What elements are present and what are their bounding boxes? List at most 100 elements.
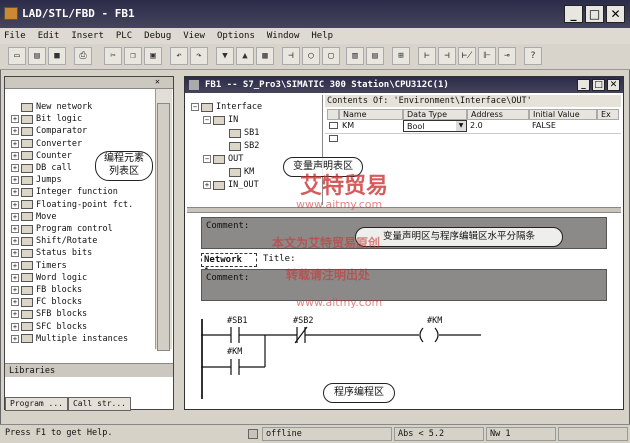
element-list-item[interactable]: + SFC blocks bbox=[11, 321, 87, 333]
expand-icon[interactable]: + bbox=[11, 164, 19, 172]
monitor-icon[interactable]: ▦ bbox=[256, 47, 274, 65]
expand-icon[interactable]: + bbox=[11, 127, 19, 136]
menu-plc[interactable]: PLC bbox=[116, 31, 132, 41]
element-list-item[interactable]: + FC blocks bbox=[11, 296, 82, 308]
details-icon[interactable]: ▤ bbox=[366, 47, 384, 65]
expand-icon[interactable]: + bbox=[11, 139, 19, 148]
expand-icon[interactable]: + bbox=[11, 212, 19, 221]
cell-name[interactable]: KM bbox=[339, 120, 403, 132]
expand-icon[interactable]: + bbox=[11, 273, 19, 282]
network-icon[interactable]: ⊞ bbox=[392, 47, 410, 65]
element-list-item[interactable]: + SFB blocks bbox=[11, 308, 87, 320]
element-list-item[interactable]: + FB blocks bbox=[11, 284, 82, 296]
expand-icon[interactable]: + bbox=[11, 298, 19, 307]
interface-tree-item[interactable]: KM bbox=[219, 166, 254, 178]
element-list-item[interactable]: + Word logic bbox=[11, 272, 87, 284]
menu-window[interactable]: Window bbox=[267, 31, 300, 41]
cut-icon[interactable]: ✂ bbox=[104, 47, 122, 65]
menu-file[interactable]: File bbox=[4, 31, 26, 41]
menu-help[interactable]: Help bbox=[311, 31, 333, 41]
close-button[interactable]: ✕ bbox=[606, 5, 625, 23]
element-list-item[interactable]: + Converter bbox=[11, 138, 82, 150]
col-data-type[interactable]: Data Type bbox=[403, 109, 467, 120]
expand-icon[interactable]: + bbox=[11, 322, 19, 331]
menu-view[interactable]: View bbox=[183, 31, 205, 41]
network-label[interactable]: Network 1: bbox=[201, 253, 257, 277]
expand-icon[interactable]: + bbox=[203, 181, 211, 189]
horizontal-splitter[interactable] bbox=[187, 207, 621, 213]
chevron-down-icon[interactable]: ▼ bbox=[456, 121, 466, 131]
expand-icon[interactable]: + bbox=[11, 200, 19, 209]
menu-options[interactable]: Options bbox=[217, 31, 255, 41]
element-list-item[interactable]: + Jumps bbox=[11, 174, 62, 186]
box-icon[interactable]: ▢ bbox=[322, 47, 340, 65]
no-contact-icon[interactable]: ⊩ bbox=[478, 47, 496, 65]
element-list-item[interactable]: + Integer function bbox=[11, 186, 118, 198]
expand-icon[interactable]: + bbox=[11, 225, 19, 233]
col-address[interactable]: Address bbox=[467, 109, 529, 120]
paste-icon[interactable]: ▣ bbox=[144, 47, 162, 65]
element-list-item[interactable]: + Multiple instances bbox=[11, 333, 128, 345]
expand-icon[interactable]: + bbox=[11, 176, 19, 185]
contact-icon[interactable]: ⊣ bbox=[282, 47, 300, 65]
expand-icon[interactable]: − bbox=[191, 103, 199, 111]
element-list-item[interactable]: + Shift/Rotate bbox=[11, 235, 97, 247]
output-coil-icon[interactable]: ⊸ bbox=[498, 47, 516, 65]
expand-icon[interactable]: + bbox=[11, 334, 19, 343]
element-list-item[interactable]: New network bbox=[11, 101, 92, 113]
branch-close-icon[interactable]: ⊣ bbox=[438, 47, 456, 65]
network-title[interactable]: Title: bbox=[263, 253, 296, 267]
whats-this-icon[interactable]: ? bbox=[524, 47, 542, 65]
print-icon[interactable]: ⎙ bbox=[74, 47, 92, 65]
col-name[interactable]: Name bbox=[339, 109, 403, 120]
expand-icon[interactable]: − bbox=[203, 116, 211, 124]
interface-tree-item[interactable]: − Interface bbox=[191, 101, 262, 113]
element-list-item[interactable]: + DB call bbox=[11, 162, 72, 174]
scrollbar-thumb[interactable] bbox=[157, 103, 170, 351]
maximize-button[interactable]: □ bbox=[585, 5, 604, 23]
undo-icon[interactable]: ↶ bbox=[170, 47, 188, 65]
interface-tree-item[interactable]: − OUT bbox=[203, 153, 243, 165]
interface-tree-item[interactable]: − IN bbox=[203, 114, 238, 126]
libraries-bar[interactable]: Libraries bbox=[5, 363, 173, 377]
upload-icon[interactable]: ▲ bbox=[236, 47, 254, 65]
element-list-item[interactable]: + Bit logic bbox=[11, 113, 82, 125]
expand-icon[interactable]: + bbox=[11, 249, 19, 258]
interface-tree-item[interactable]: + IN_OUT bbox=[203, 179, 259, 191]
overview-icon[interactable]: ▥ bbox=[346, 47, 364, 65]
interface-tree-item[interactable]: SB1 bbox=[219, 127, 259, 139]
cell-data-type[interactable]: Bool ▼ bbox=[403, 120, 467, 132]
menu-edit[interactable]: Edit bbox=[38, 31, 60, 41]
expand-icon[interactable]: − bbox=[203, 155, 211, 163]
panel-close-icon[interactable]: ✕ bbox=[155, 77, 160, 86]
redo-icon[interactable]: ↷ bbox=[190, 47, 208, 65]
editor-close-button[interactable]: ✕ bbox=[607, 79, 620, 91]
coil-icon[interactable]: ◯ bbox=[302, 47, 320, 65]
nc-contact-icon[interactable]: ⊬ bbox=[458, 47, 476, 65]
branch-open-icon[interactable]: ⊢ bbox=[418, 47, 436, 65]
element-list-item[interactable]: + Program control bbox=[11, 223, 113, 235]
element-list-item[interactable]: + Timers bbox=[11, 260, 67, 272]
cell-initial-value[interactable]: FALSE bbox=[529, 120, 597, 132]
expand-icon[interactable]: + bbox=[11, 310, 19, 319]
download-icon[interactable]: ▼ bbox=[216, 47, 234, 65]
new-icon[interactable]: ▭ bbox=[8, 47, 26, 65]
element-list-item[interactable]: + Comparator bbox=[11, 125, 87, 137]
col-exclusion[interactable]: Ex bbox=[597, 109, 619, 120]
copy-icon[interactable]: ❐ bbox=[124, 47, 142, 65]
open-icon[interactable]: ▤ bbox=[28, 47, 46, 65]
save-icon[interactable]: ■ bbox=[48, 47, 66, 65]
menu-debug[interactable]: Debug bbox=[144, 31, 171, 41]
expand-icon[interactable]: + bbox=[11, 115, 19, 124]
menu-insert[interactable]: Insert bbox=[71, 31, 104, 41]
expand-icon[interactable]: + bbox=[11, 261, 19, 270]
element-list-item[interactable]: + Move bbox=[11, 211, 56, 223]
editor-maximize-button[interactable]: □ bbox=[592, 79, 605, 91]
network-comment[interactable]: Comment: bbox=[201, 269, 607, 301]
tab-call-structure[interactable]: Call str... bbox=[67, 397, 131, 411]
element-list-item[interactable]: + Status bits bbox=[11, 247, 92, 259]
expand-icon[interactable]: + bbox=[11, 151, 19, 160]
expand-icon[interactable]: + bbox=[11, 188, 19, 197]
element-list-item[interactable]: + Floating-point fct. bbox=[11, 199, 133, 211]
element-list-item[interactable]: + Counter bbox=[11, 150, 72, 162]
